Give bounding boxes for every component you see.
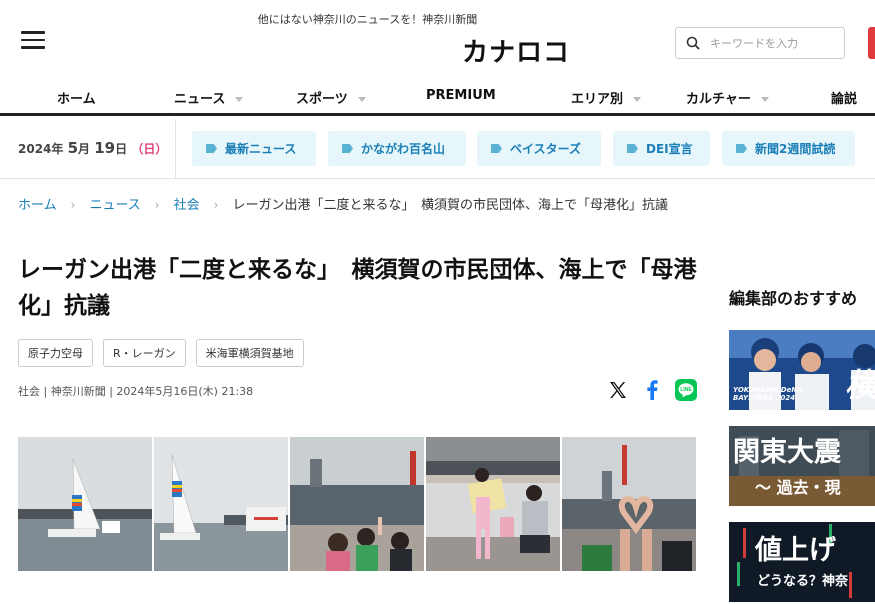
sidebar-recommend-title: 編集部のおすすめ bbox=[729, 289, 858, 308]
tag-icon bbox=[342, 144, 353, 153]
article-meta: 社会 | 神奈川新聞 | 2024年5月16日(木) 21:38 bbox=[18, 385, 254, 398]
quick-tag-dei[interactable]: DEI宣言 bbox=[613, 131, 710, 166]
breadcrumb-society[interactable]: 社会 bbox=[174, 198, 200, 213]
chevron-down-icon bbox=[633, 97, 642, 102]
banner-price-title: 値上げ bbox=[755, 535, 836, 566]
date-tag-band: 2024年 5月 19日 （日） 最新ニュース かながわ百名山 ベイスターズ D… bbox=[0, 119, 875, 179]
article-photo[interactable] bbox=[562, 437, 696, 571]
search-submit-button[interactable] bbox=[868, 27, 875, 59]
article-tags: 原子力空母 R・レーガン 米海軍横須賀基地 bbox=[18, 339, 314, 367]
article-tag[interactable]: R・レーガン bbox=[103, 339, 186, 367]
article-photo[interactable] bbox=[154, 437, 288, 571]
nav-home[interactable]: ホーム bbox=[57, 88, 96, 107]
banner-price-sub: どうなる？神奈 bbox=[757, 574, 849, 589]
facebook-share-icon[interactable] bbox=[640, 378, 664, 402]
sidebar-banner-earthquake[interactable]: 関東大震 〜 過去・現 bbox=[729, 426, 875, 506]
quick-tag-trial[interactable]: 新聞2週間試読 bbox=[722, 131, 855, 166]
banner-baystars-char: 横 bbox=[845, 366, 875, 404]
search-box[interactable] bbox=[675, 27, 845, 59]
x-share-icon[interactable] bbox=[606, 378, 630, 402]
search-input[interactable] bbox=[710, 36, 830, 50]
sidebar-banner-baystars[interactable]: YOKOHAMA DeNA BAYSTARS 2024 横 bbox=[729, 330, 875, 410]
site-logo[interactable]: カナロコ bbox=[462, 32, 570, 69]
article-photo[interactable] bbox=[290, 437, 424, 571]
chevron-right-icon: › bbox=[154, 198, 160, 212]
nav-culture[interactable]: カルチャー bbox=[686, 88, 769, 107]
svg-text:LINE: LINE bbox=[680, 387, 692, 393]
site-tagline: 他にはない神奈川のニュースを！神奈川新聞 bbox=[257, 13, 478, 26]
breadcrumb-news[interactable]: ニュース bbox=[89, 198, 140, 213]
chevron-right-icon: › bbox=[70, 198, 76, 212]
article-photo[interactable] bbox=[426, 437, 560, 571]
today-date: 2024年 5月 19日 （日） bbox=[18, 139, 168, 157]
banner-earthquake-sub: 〜 過去・現 bbox=[755, 478, 841, 497]
article-tag[interactable]: 原子力空母 bbox=[18, 339, 93, 367]
chevron-right-icon: › bbox=[213, 198, 219, 212]
nav-editorial[interactable]: 論説 bbox=[831, 88, 857, 107]
chevron-down-icon bbox=[760, 97, 769, 102]
menu-icon[interactable] bbox=[21, 31, 45, 49]
quick-tag-baystars[interactable]: ベイスターズ bbox=[477, 131, 601, 166]
breadcrumb: ホーム › ニュース › 社会 › レーガン出港「二度と来るな」 横須賀の市民団体、海上で「… bbox=[18, 194, 668, 213]
photo-gallery bbox=[18, 437, 698, 571]
tag-icon bbox=[627, 144, 638, 153]
banner-earthquake-title: 関東大震 bbox=[733, 437, 841, 468]
banner-baystars-text: YOKOHAMA DeNA BAYSTARS 2024 bbox=[733, 386, 803, 402]
chevron-down-icon bbox=[357, 97, 366, 102]
divider bbox=[175, 119, 176, 179]
chevron-down-icon bbox=[235, 97, 244, 102]
nav-news[interactable]: ニュース bbox=[174, 88, 244, 107]
quick-tag-mountains[interactable]: かながわ百名山 bbox=[328, 131, 466, 166]
article-photo[interactable] bbox=[18, 437, 152, 571]
search-icon bbox=[686, 36, 700, 50]
sidebar-banner-price[interactable]: 値上げ どうなる？神奈 bbox=[729, 522, 875, 602]
tag-icon bbox=[736, 144, 747, 153]
tag-icon bbox=[206, 144, 217, 153]
line-share-icon[interactable]: LINE bbox=[674, 378, 698, 402]
nav-sports[interactable]: スポーツ bbox=[296, 88, 366, 107]
breadcrumb-home[interactable]: ホーム bbox=[18, 198, 57, 213]
article-tag[interactable]: 米海軍横須賀基地 bbox=[195, 339, 304, 367]
quick-tag-latest[interactable]: 最新ニュース bbox=[192, 131, 316, 166]
nav-premium[interactable]: PREMIUM bbox=[426, 88, 496, 103]
nav-area[interactable]: エリア別 bbox=[571, 88, 642, 107]
tag-icon bbox=[491, 144, 502, 153]
article-title: レーガン出港「二度と来るな」 横須賀の市民団体、海上で「母港化」抗議 bbox=[18, 257, 697, 319]
breadcrumb-current: レーガン出港「二度と来るな」 横須賀の市民団体、海上で「母港化」抗議 bbox=[232, 198, 668, 213]
main-nav: ホーム ニュース スポーツ PREMIUM エリア別 カルチャー 論説 bbox=[0, 80, 875, 116]
